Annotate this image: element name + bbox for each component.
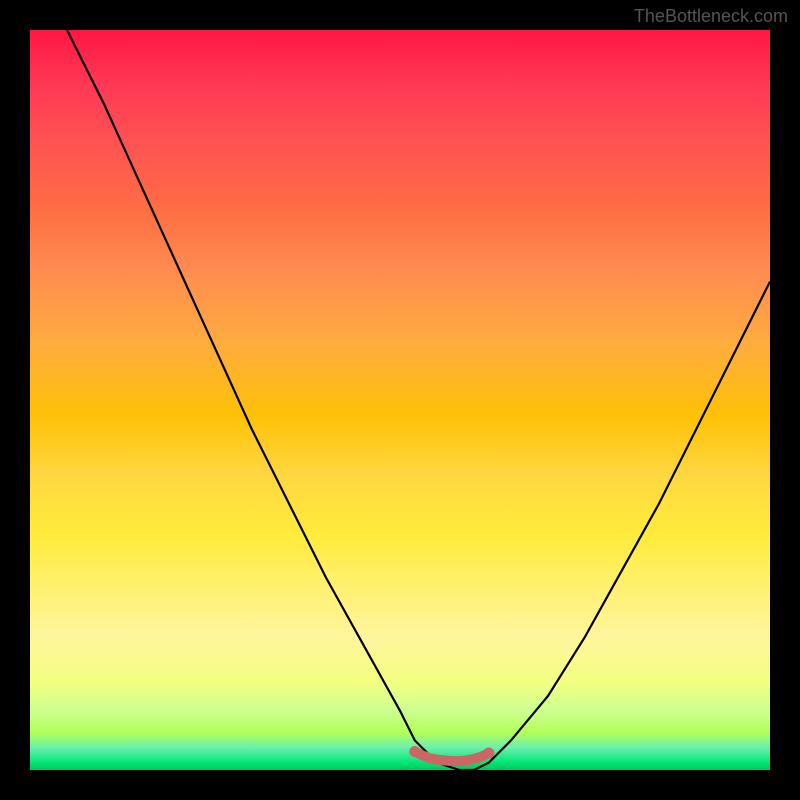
bottleneck-curve-path bbox=[67, 30, 770, 770]
optimal-band-path bbox=[415, 752, 489, 762]
optimal-band-end-dot bbox=[483, 748, 494, 759]
plot-area bbox=[30, 30, 770, 770]
optimal-band-start-dot bbox=[409, 746, 420, 757]
attribution-text: TheBottleneck.com bbox=[634, 6, 788, 27]
chart-svg bbox=[30, 30, 770, 770]
